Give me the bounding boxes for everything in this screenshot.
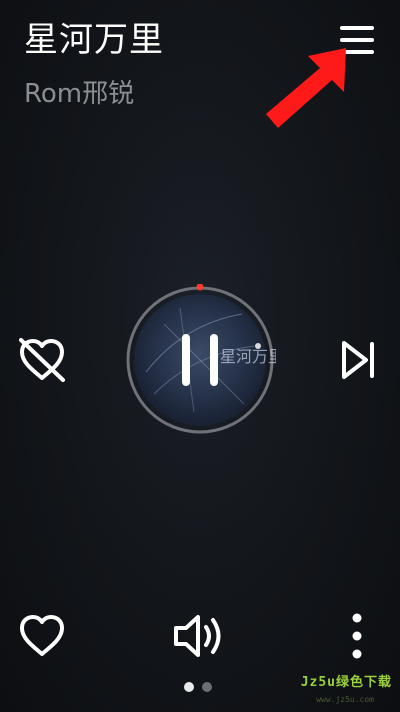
more-button[interactable] [342,610,372,662]
album-art-text: 星河万里 [220,347,276,366]
disc-dot [255,343,261,349]
watermark-url: www.jz5u.com [316,695,374,704]
more-vertical-icon [352,613,362,659]
page-dot-active[interactable] [184,682,194,692]
heart-icon [20,615,64,656]
song-title: 星河万里 [24,20,164,60]
volume-button[interactable] [170,610,230,662]
album-disc[interactable]: 星河万里 [124,283,284,436]
artist-name: Rom邢锐 [24,79,135,109]
menu-icon [340,26,374,54]
like-button[interactable] [16,612,68,660]
volume-icon [174,615,221,657]
page-indicator [184,682,212,692]
dislike-button[interactable] [16,336,68,384]
watermark-logo: Jz5u绿色下载 [300,675,392,690]
skip-next-icon [342,341,374,379]
heart-crossed-icon [19,338,65,382]
menu-button[interactable] [334,20,380,60]
next-button[interactable] [336,338,380,382]
page-dot[interactable] [202,682,212,692]
